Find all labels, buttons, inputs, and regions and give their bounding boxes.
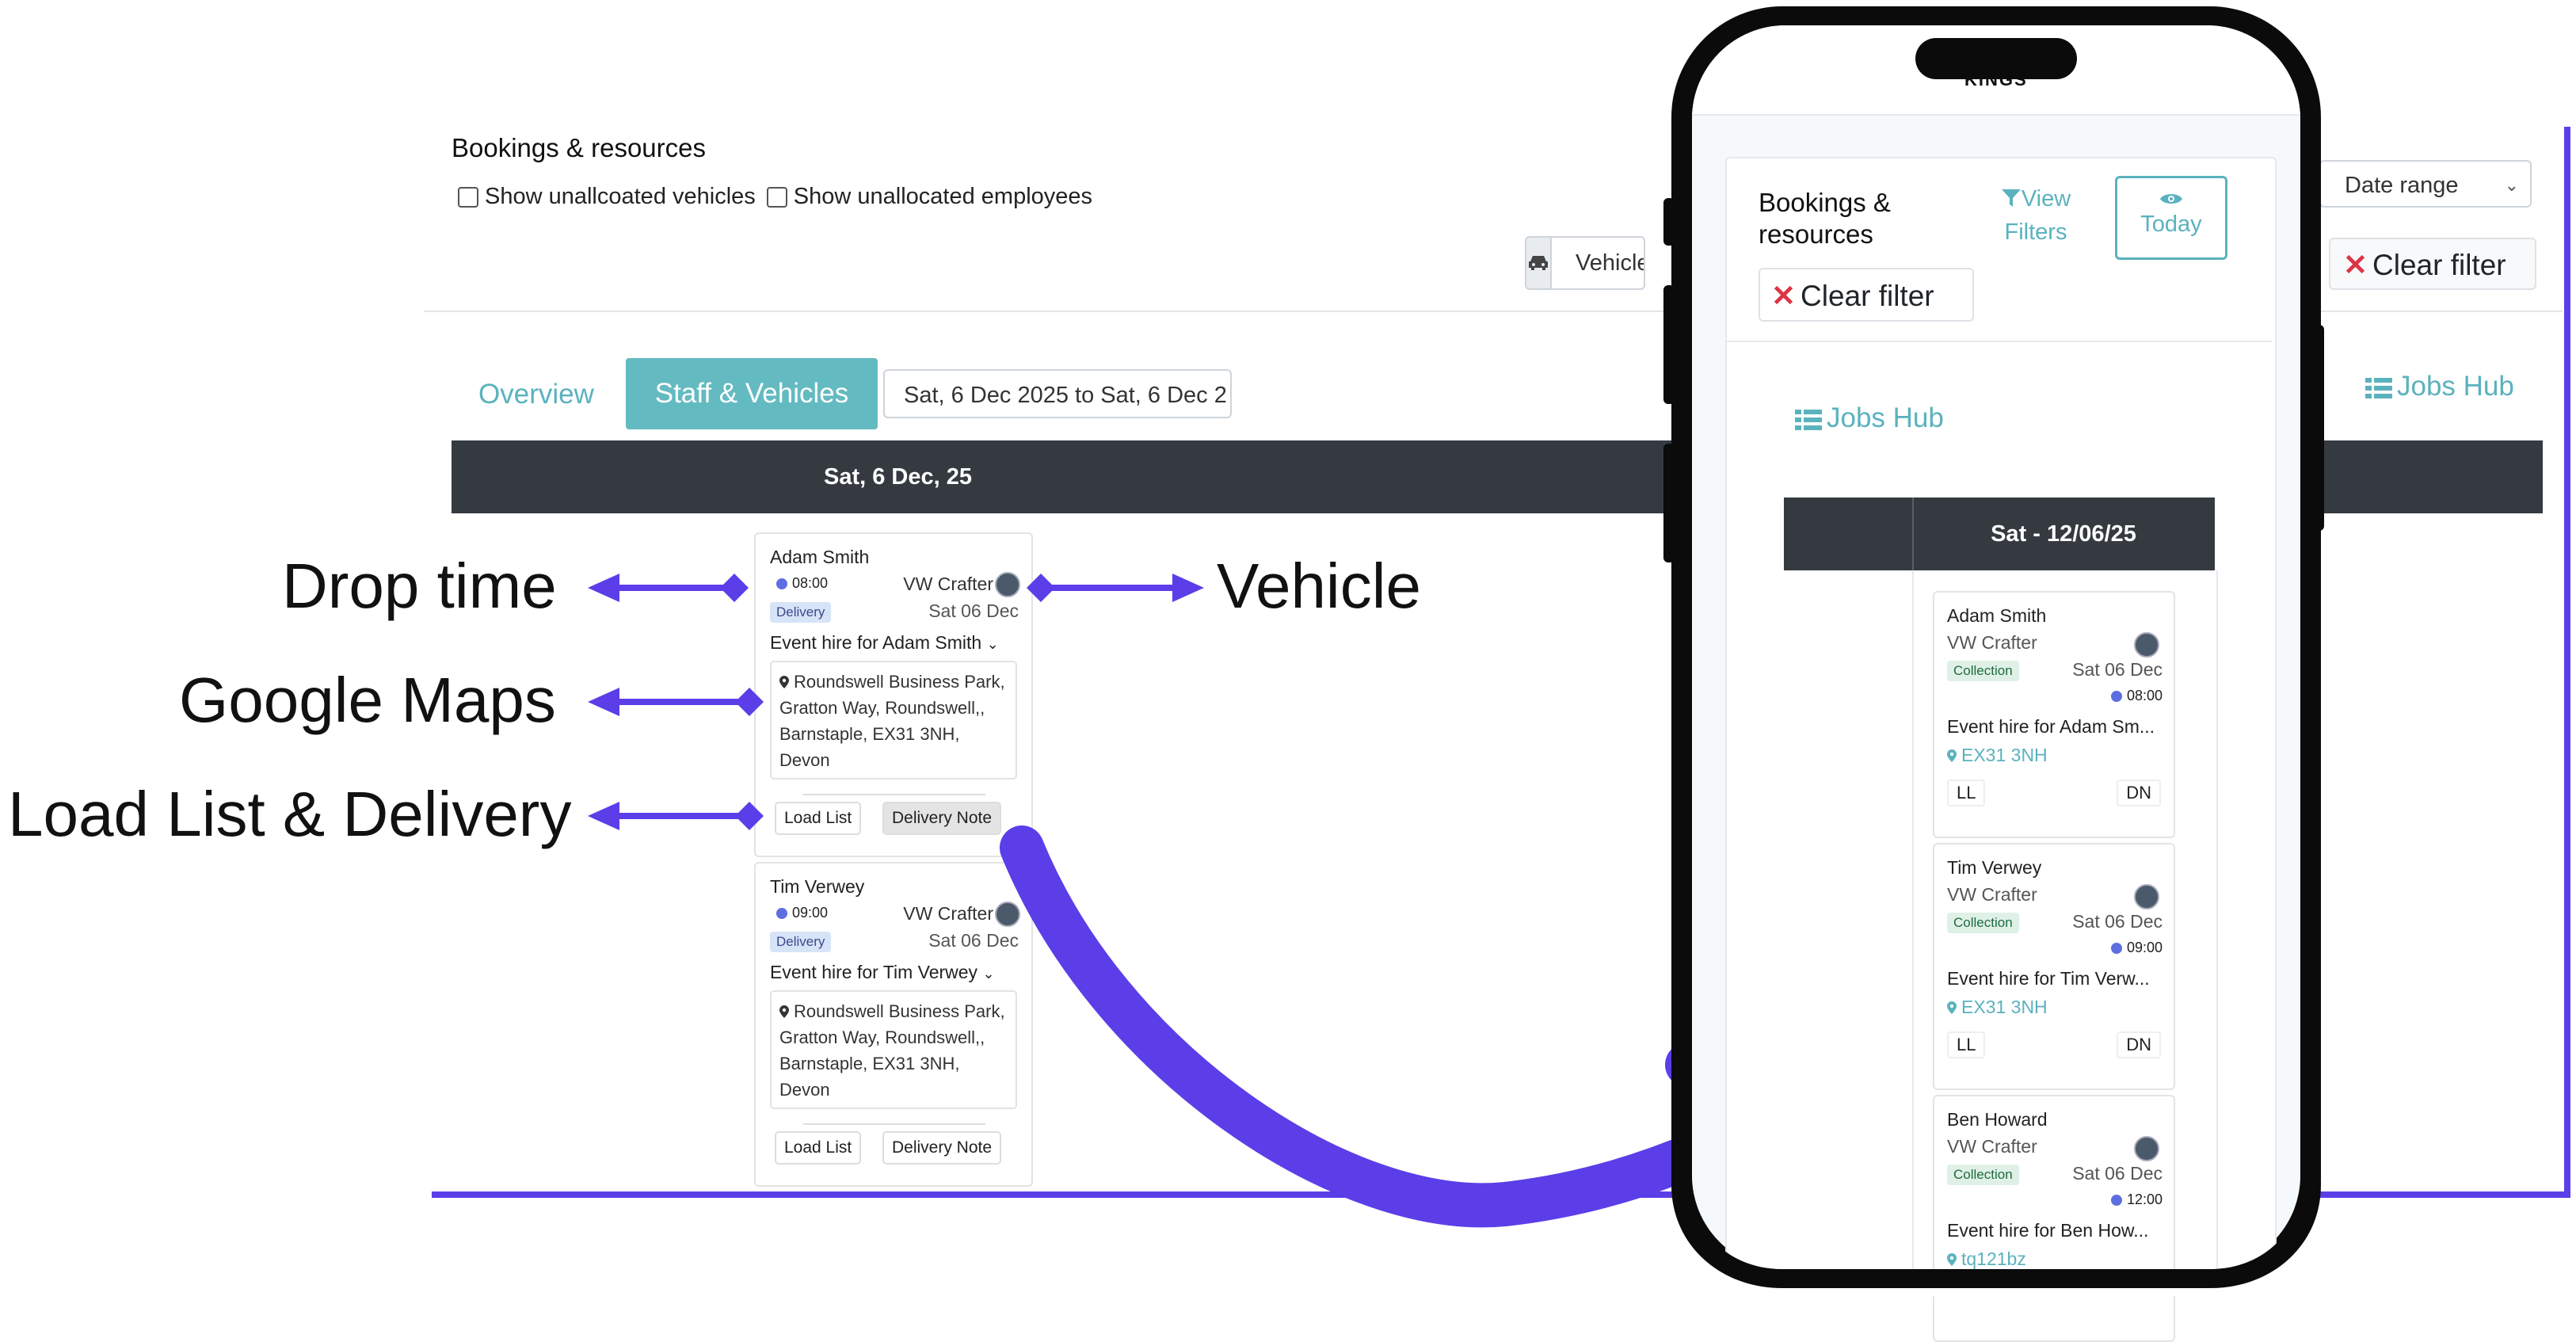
location-link[interactable]: EX31 3NH xyxy=(1947,997,2048,1018)
location-link[interactable]: EX31 3NH xyxy=(1947,745,2048,766)
phone-page-title: Bookings & resources xyxy=(1759,188,1891,249)
list-icon xyxy=(1795,409,1822,430)
phone-day-header: Sat - 12/06/25 xyxy=(1991,521,2136,547)
phone-jobs-hub-link[interactable]: Jobs Hub xyxy=(1795,402,1944,434)
employee-name: Tim Verwey xyxy=(1947,857,2042,878)
eye-icon xyxy=(2117,191,2225,212)
today-label: Today xyxy=(2140,212,2202,237)
vehicle-avatar xyxy=(2134,632,2159,658)
phone-bottom-bezel xyxy=(1671,1180,2321,1288)
today-button[interactable]: Today xyxy=(2115,176,2227,260)
vehicle-avatar xyxy=(2134,1136,2159,1161)
view-filters-button[interactable]: View Filters xyxy=(1995,182,2077,249)
map-pin-icon xyxy=(1947,749,1957,762)
load-list-button[interactable]: LL xyxy=(1947,1031,1986,1058)
booking-date: Sat 06 Dec xyxy=(2072,911,2163,932)
event-title: Event hire for Adam Sm... xyxy=(1947,716,2155,737)
close-icon: ✕ xyxy=(1771,280,1797,312)
vehicle-name: VW Crafter xyxy=(1947,632,2037,653)
dynamic-island xyxy=(1915,38,2077,79)
phone-schedule-header: Sat - 12/06/25 xyxy=(1784,498,2215,570)
delivery-note-button[interactable]: DN xyxy=(2117,780,2161,806)
status-badge: Collection xyxy=(1947,913,2019,933)
phone-clear-filter-button[interactable]: ✕ Clear filter xyxy=(1759,268,1974,322)
filter-icon xyxy=(2001,189,2021,207)
load-list-button[interactable]: LL xyxy=(1947,780,1986,806)
vehicle-name: VW Crafter xyxy=(1947,884,2037,905)
drop-time: 08:00 xyxy=(2110,688,2163,704)
divider xyxy=(1727,341,2272,342)
phone-booking-card[interactable]: Tim Verwey VW Crafter Collection Sat 06 … xyxy=(1933,843,2175,1090)
delivery-note-button[interactable]: DN xyxy=(2117,1031,2161,1058)
clock-icon xyxy=(2110,691,2122,703)
booking-date: Sat 06 Dec xyxy=(2072,659,2163,680)
employee-name: Adam Smith xyxy=(1947,605,2047,626)
clock-icon xyxy=(2110,943,2122,955)
map-pin-icon xyxy=(1947,1001,1957,1014)
vehicle-name: VW Crafter xyxy=(1947,1136,2037,1157)
drop-time: 09:00 xyxy=(2110,940,2163,956)
phone-booking-card[interactable]: Adam Smith VW Crafter Collection Sat 06 … xyxy=(1933,591,2175,838)
status-badge: Collection xyxy=(1947,661,2019,681)
vehicle-avatar xyxy=(2134,884,2159,909)
employee-name: Ben Howard xyxy=(1947,1109,2048,1130)
event-title: Event hire for Tim Verw... xyxy=(1947,968,2150,989)
